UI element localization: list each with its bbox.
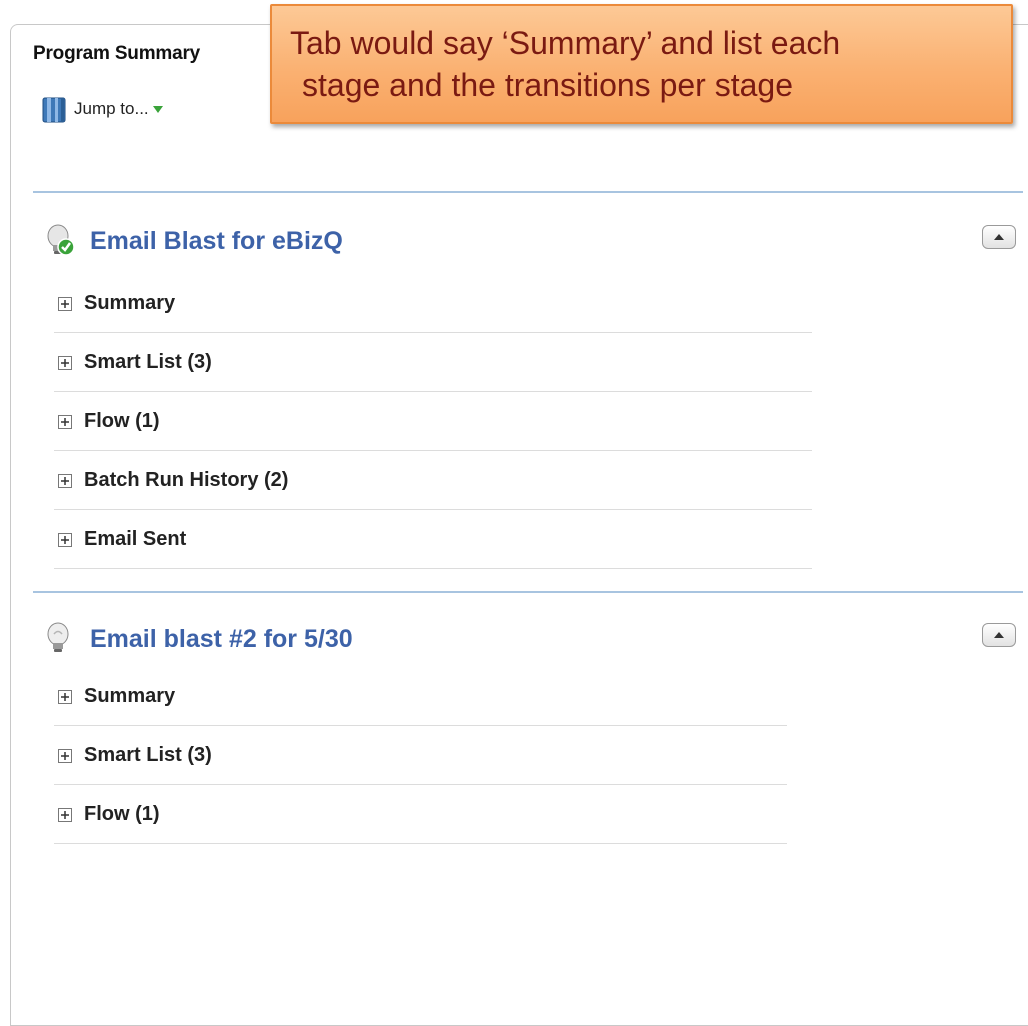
program-header: Email blast #2 for 5/30 <box>44 619 353 659</box>
lightbulb-icon <box>47 622 69 652</box>
list-item[interactable]: Smart List (3) <box>54 727 787 785</box>
jump-to-label: Jump to... <box>74 99 149 118</box>
expand-plus-icon <box>58 355 72 370</box>
list-item[interactable]: Flow (1) <box>54 786 787 844</box>
expand-plus-icon <box>58 414 72 429</box>
item-label: Flow (1) <box>84 803 160 825</box>
list-item[interactable]: Summary <box>54 668 787 726</box>
expand-plus-icon <box>58 473 72 488</box>
caret-up-icon <box>994 632 1004 638</box>
program-title[interactable]: Email blast #2 for 5/30 <box>90 625 353 654</box>
book-icon <box>42 97 66 123</box>
section-divider <box>33 191 1023 193</box>
caret-up-icon <box>994 234 1004 240</box>
item-label: Summary <box>84 292 176 314</box>
item-label: Summary <box>84 685 176 707</box>
callout-line-1: Tab would say ‘Summary’ and list each <box>290 25 841 61</box>
lightbulb-check-icon <box>47 224 75 256</box>
tab-program-summary[interactable]: Program Summary <box>33 43 200 65</box>
item-label: Email Sent <box>84 528 187 550</box>
callout-line-2: stage and the transitions per stage <box>302 67 793 103</box>
expand-plus-icon <box>58 748 72 763</box>
expand-plus-icon <box>58 296 72 311</box>
item-label: Smart List (3) <box>84 351 212 373</box>
collapse-button[interactable] <box>982 225 1016 249</box>
expand-plus-icon <box>58 532 72 547</box>
item-label: Smart List (3) <box>84 744 212 766</box>
collapse-button[interactable] <box>982 623 1016 647</box>
dropdown-triangle-icon <box>152 106 163 113</box>
program-title[interactable]: Email Blast for eBizQ <box>90 227 343 256</box>
expand-plus-icon <box>58 689 72 704</box>
expand-plus-icon <box>58 807 72 822</box>
item-label: Batch Run History (2) <box>84 469 289 491</box>
list-item[interactable]: Batch Run History (2) <box>54 452 812 510</box>
jump-to-menu[interactable]: Jump to... <box>40 94 166 124</box>
annotation-callout: Tab would say ‘Summary’ and list each st… <box>270 4 1013 124</box>
item-label: Flow (1) <box>84 410 160 432</box>
list-item[interactable]: Email Sent <box>54 511 812 569</box>
section-divider <box>33 591 1023 593</box>
list-item[interactable]: Flow (1) <box>54 393 812 451</box>
list-item[interactable]: Summary <box>54 275 812 333</box>
program-header: Email Blast for eBizQ <box>44 221 343 261</box>
list-item[interactable]: Smart List (3) <box>54 334 812 392</box>
